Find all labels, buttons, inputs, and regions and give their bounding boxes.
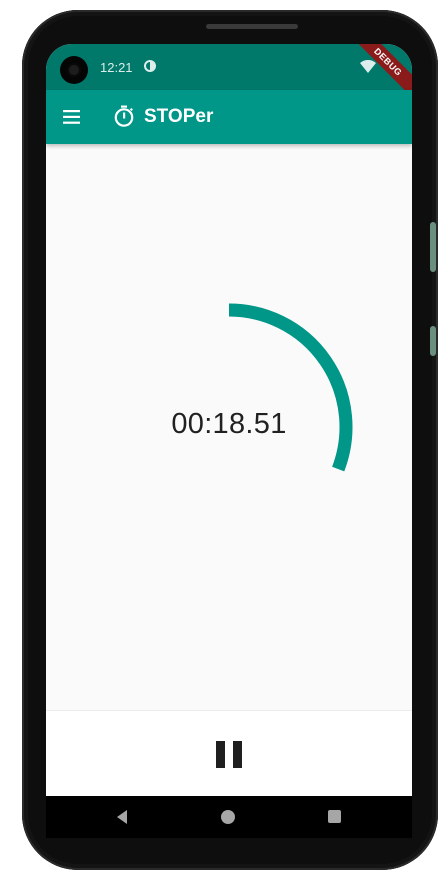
home-icon[interactable]	[221, 810, 235, 824]
recents-icon[interactable]	[328, 810, 341, 823]
stopwatch-dial: 00:18.51	[46, 144, 412, 710]
pause-icon-bar	[216, 741, 225, 768]
app-title: STOPer	[144, 106, 214, 127]
data-saver-icon	[144, 60, 156, 72]
power-button	[430, 326, 436, 356]
elapsed-time: 00:18.51	[171, 408, 287, 440]
control-bar	[46, 710, 412, 796]
screen: 12:21 DEBUG STOPer 00:18.51	[46, 44, 412, 796]
seconds-progress-arc	[228, 303, 353, 472]
earpiece-speaker	[206, 24, 298, 29]
timer-icon	[114, 105, 134, 127]
wifi-icon	[360, 60, 376, 73]
front-camera	[60, 56, 88, 84]
status-bar: 12:21 DEBUG	[46, 44, 412, 104]
status-time: 12:21	[100, 60, 133, 75]
back-icon[interactable]	[114, 809, 130, 825]
pause-icon-bar	[233, 741, 242, 768]
system-navigation-bar	[46, 796, 412, 838]
volume-button	[430, 222, 436, 272]
menu-icon[interactable]	[62, 108, 82, 126]
app-bar: STOPer	[46, 90, 412, 144]
pause-button[interactable]	[209, 735, 249, 775]
